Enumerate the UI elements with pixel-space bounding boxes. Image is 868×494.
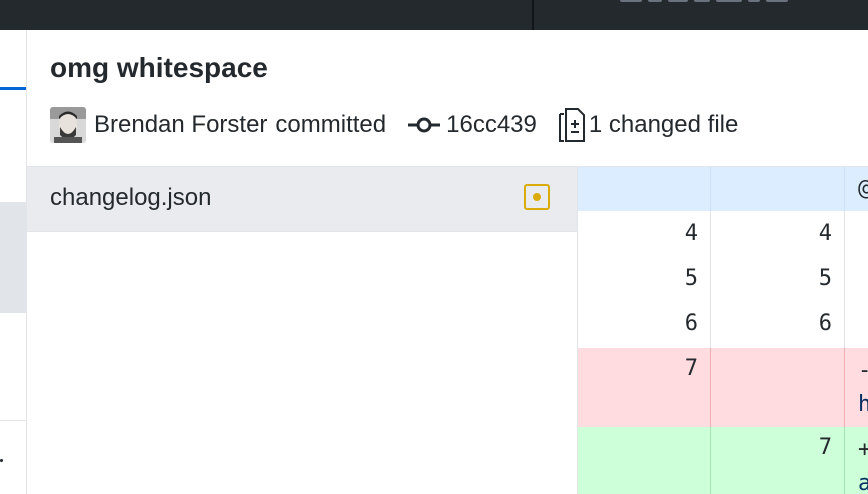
old-line-number: 7 xyxy=(578,348,711,427)
diff-line[interactable]: 4 4 xyxy=(578,211,868,256)
changed-files-count: 1 changed file xyxy=(588,111,739,138)
diff-line[interactable]: 6 6 xyxy=(578,301,868,348)
git-commit-icon xyxy=(408,117,441,133)
old-line-number: 6 xyxy=(578,301,711,348)
app-toolbar xyxy=(0,0,868,30)
avatar xyxy=(50,107,86,143)
history-sidebar xyxy=(0,30,27,494)
changed-files-list: changelog.json xyxy=(27,167,578,494)
old-line-number: 5 xyxy=(578,256,711,301)
new-line-number xyxy=(712,348,845,427)
commit-list-divider xyxy=(0,312,26,313)
new-line-number: 4 xyxy=(712,211,845,256)
diff-file-icon xyxy=(558,108,585,142)
line-code-wrapped: a xyxy=(858,471,868,494)
hunk-code: @ xyxy=(858,167,868,211)
old-line-number xyxy=(578,427,711,494)
commit-list-item[interactable] xyxy=(0,459,3,462)
diff-line-deleted[interactable]: 7 - h xyxy=(578,348,868,427)
diff-line[interactable]: 5 5 xyxy=(578,256,868,301)
line-code: + a xyxy=(858,427,868,494)
file-list-item[interactable]: changelog.json xyxy=(27,167,577,232)
new-line-number xyxy=(712,167,845,211)
toolbar-repository-button[interactable] xyxy=(80,0,200,2)
toolbar-divider xyxy=(532,0,534,30)
new-line-number: 5 xyxy=(712,256,845,301)
toolbar-branch-button[interactable] xyxy=(620,0,850,5)
line-code-wrapped: h xyxy=(858,392,868,417)
commit-title: omg whitespace xyxy=(50,52,268,83)
old-line-number: 4 xyxy=(578,211,711,256)
new-line-number: 6 xyxy=(712,301,845,348)
selected-commit-item[interactable] xyxy=(0,202,26,312)
diff-hunk-header[interactable]: @ xyxy=(578,167,868,211)
commit-list-divider xyxy=(0,420,26,421)
diff-view: @ 4 4 5 5 6 6 7 -h 7 +a xyxy=(578,167,868,494)
history-tab-indicator[interactable] xyxy=(0,87,26,90)
diff-marker: + xyxy=(858,437,868,462)
commit-summary: omg whitespace Brendan Forster committed… xyxy=(27,30,868,167)
commit-meta: Brendan Forster committed 16cc439 1 chan… xyxy=(50,107,738,143)
line-code: -h xyxy=(858,348,868,433)
diff-marker: - xyxy=(858,358,868,383)
new-line-number: 7 xyxy=(712,427,845,494)
commit-author-action: committed xyxy=(275,111,387,138)
diff-line-added[interactable]: 7 + a xyxy=(578,427,868,494)
old-line-number xyxy=(578,167,711,211)
commit-sha[interactable]: 16cc439 xyxy=(446,111,537,139)
commit-author: Brendan Forster xyxy=(94,111,268,138)
file-name: changelog.json xyxy=(50,184,212,211)
file-modified-icon xyxy=(524,184,550,210)
